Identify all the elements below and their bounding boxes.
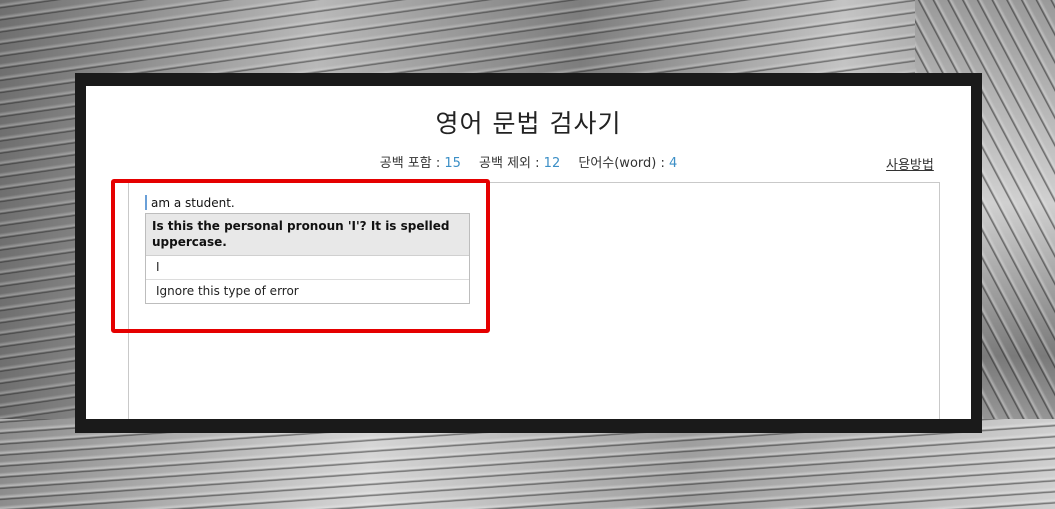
help-link[interactable]: 사용방법 [886,154,934,173]
stat-words-value: 4 [668,156,678,171]
stat-with-spaces-value: 15 [444,156,461,171]
character-stats: 공백 포함 : 15 공백 제외 : 12 단어수(word) : 4 [86,152,971,171]
stat-words-label: 단어수(word) : [578,156,669,171]
stat-without-spaces: 공백 제외 : 12 [479,156,560,171]
stat-words: 단어수(word) : 4 [578,156,677,171]
stat-without-spaces-label: 공백 제외 : [479,156,544,171]
stat-with-spaces: 공백 포함 : 15 [380,156,461,171]
stat-with-spaces-label: 공백 포함 : [379,156,445,171]
page-title: 영어 문법 검사기 [435,109,622,138]
stat-without-spaces-value: 12 [543,156,561,171]
highlight-annotation-box [111,179,490,333]
